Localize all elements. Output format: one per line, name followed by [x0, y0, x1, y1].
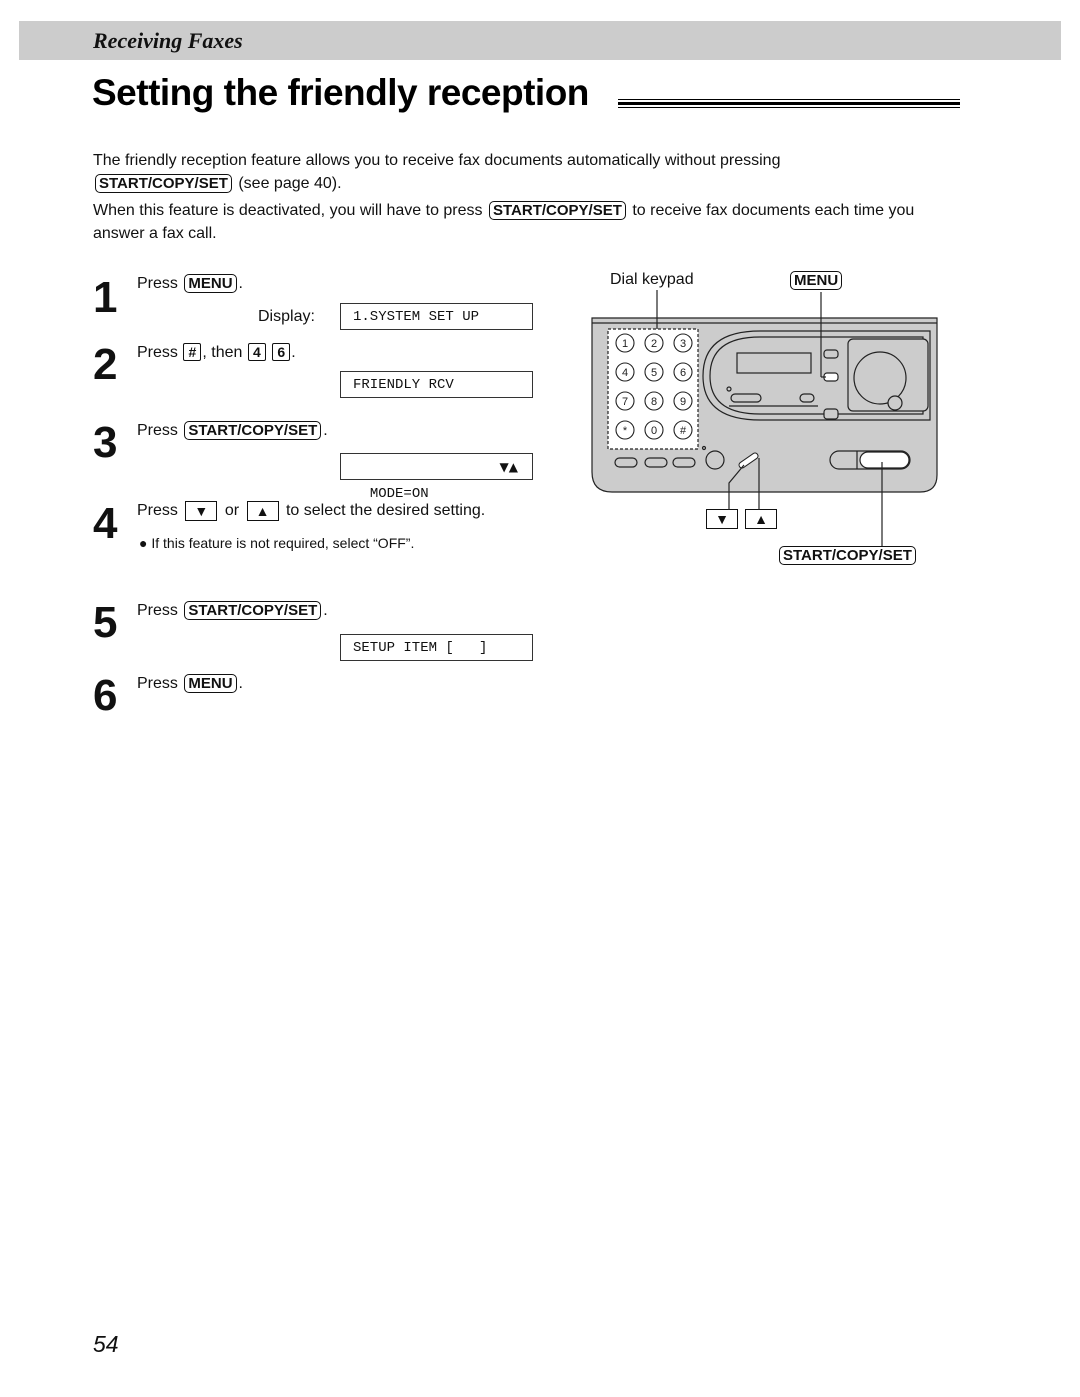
keypad-key-label: 4: [622, 367, 628, 379]
keypad-key-label: *: [623, 425, 628, 437]
keypad-key-label: 9: [680, 396, 686, 408]
keypad-key-label: 1: [622, 338, 628, 350]
lcd-window: [736, 352, 812, 374]
keypad-key-label: 2: [651, 338, 657, 350]
keypad-key-label: 7: [622, 396, 628, 408]
keypad-key-label: 3: [680, 338, 686, 350]
keypad-key-label: 8: [651, 396, 657, 408]
page-number: 54: [93, 1331, 119, 1357]
keypad-key-label: 0: [651, 425, 657, 437]
keypad-key-label: #: [680, 425, 687, 437]
start-copy-set-button: [859, 451, 910, 469]
menu-button: [823, 372, 839, 382]
keypad-key-label: 5: [651, 367, 657, 379]
fax-machine-diagram: 1 2 3 4 5 6 7 8 9 * 0 #: [591, 290, 938, 546]
keypad-key-label: 6: [680, 367, 686, 379]
